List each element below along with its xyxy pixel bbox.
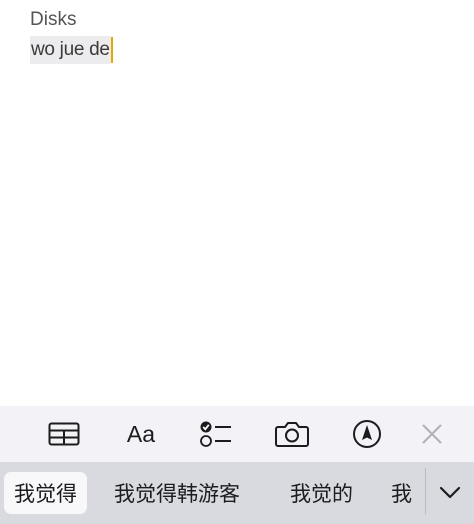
table-button[interactable] — [44, 406, 84, 462]
notes-screen: Disks wo jue de Aa 我觉得 我觉得韩游客 我觉的 我 — [0, 0, 474, 524]
note-editor[interactable]: Disks wo jue de — [30, 8, 444, 64]
camera-button[interactable] — [272, 406, 312, 462]
candidate-item[interactable]: 我 — [391, 472, 412, 514]
close-toolbar-button[interactable] — [418, 406, 446, 462]
pen-markup-icon — [353, 420, 381, 448]
candidate-item[interactable]: 我觉的 — [290, 472, 353, 514]
note-text-line[interactable]: Disks — [30, 8, 444, 32]
candidate-item[interactable]: 我觉得韩游客 — [114, 472, 240, 514]
close-icon — [422, 424, 442, 444]
format-button[interactable]: Aa — [120, 406, 162, 462]
candidate-item[interactable]: 我觉得 — [4, 472, 87, 514]
expand-candidates-button[interactable] — [426, 462, 474, 524]
keyboard-toolbar: Aa — [0, 406, 474, 462]
checklist-button[interactable] — [196, 406, 236, 462]
table-icon — [48, 422, 80, 446]
chevron-down-icon — [439, 486, 461, 499]
pinyin-marked-text[interactable]: wo jue de — [30, 36, 111, 64]
checklist-icon — [200, 421, 231, 447]
format-label: Aa — [126, 420, 156, 447]
composing-input[interactable]: wo jue de — [30, 36, 113, 64]
text-caret — [110, 37, 113, 63]
camera-icon — [275, 422, 309, 447]
markup-button[interactable] — [350, 406, 384, 462]
candidate-bar: 我觉得 我觉得韩游客 我觉的 我 — [0, 462, 474, 524]
